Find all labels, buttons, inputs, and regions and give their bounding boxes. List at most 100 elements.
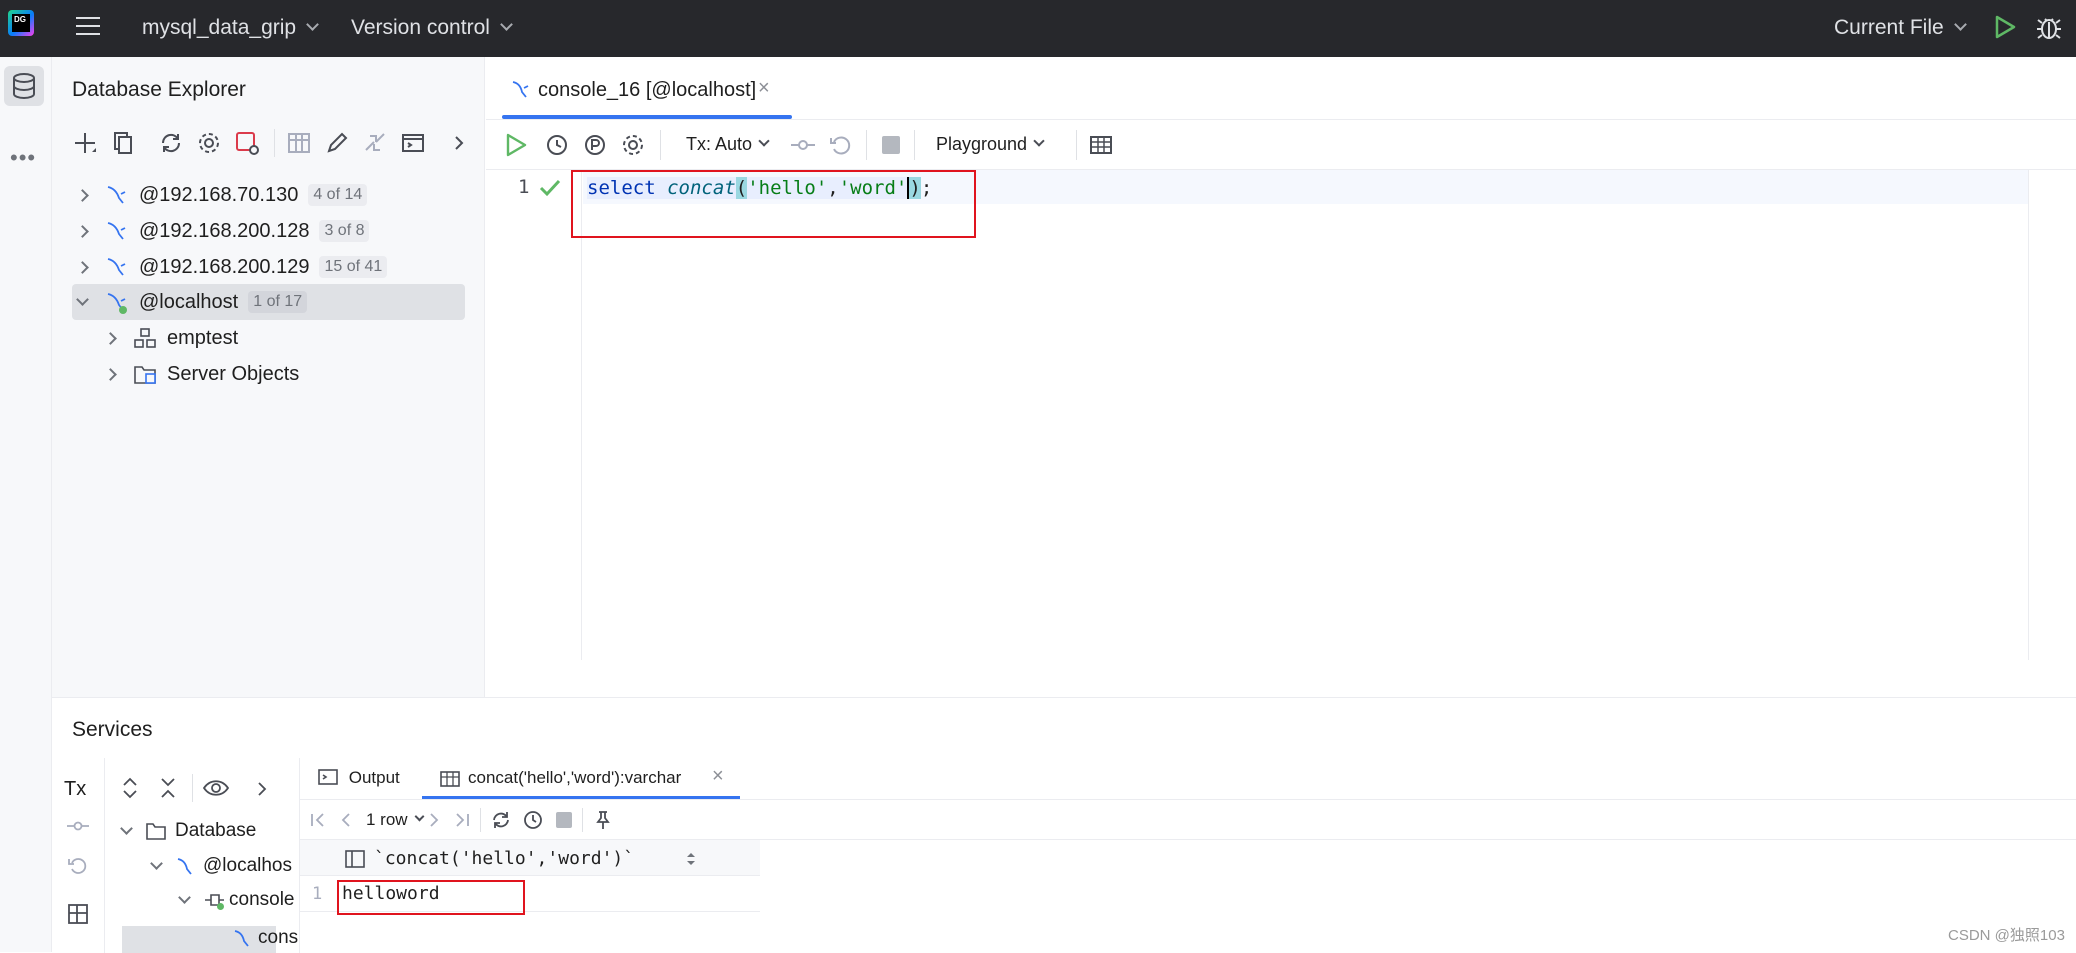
rollback-icon[interactable] bbox=[828, 132, 854, 158]
expand-all-icon[interactable] bbox=[118, 776, 142, 800]
expand-icon[interactable] bbox=[76, 260, 89, 274]
schema-icon bbox=[134, 328, 156, 348]
close-tab-icon[interactable]: × bbox=[712, 765, 724, 788]
column-layout-icon[interactable] bbox=[344, 849, 366, 869]
check-icon bbox=[539, 179, 561, 197]
expand-icon[interactable] bbox=[104, 367, 117, 381]
collapse-icon[interactable] bbox=[120, 821, 133, 835]
schema-count-badge: 3 of 8 bbox=[319, 220, 370, 242]
refresh-icon[interactable] bbox=[490, 809, 512, 831]
expand-icon[interactable] bbox=[76, 188, 89, 202]
run-config-selector[interactable]: Current File bbox=[1834, 16, 1967, 40]
tab-console-16[interactable]: console_16 [@localhost] × bbox=[502, 57, 792, 120]
tree-node-localhost[interactable]: @localhost 1 of 17 bbox=[76, 285, 308, 319]
commit-icon[interactable] bbox=[790, 132, 816, 158]
project-selector[interactable]: mysql_data_grip bbox=[142, 16, 319, 40]
disconnect-icon[interactable] bbox=[234, 130, 260, 156]
panel-title: Database Explorer bbox=[72, 78, 246, 101]
panel-title: Services bbox=[72, 718, 153, 741]
column-header[interactable]: `concat('hello','word')` bbox=[374, 848, 634, 869]
main-menu-icon[interactable] bbox=[76, 17, 100, 37]
results-tab-bar: Output concat('hello','word'):varchar × bbox=[300, 758, 2076, 800]
expand-icon[interactable] bbox=[104, 331, 117, 345]
rollback-icon[interactable] bbox=[66, 854, 90, 878]
schema-label: emptest bbox=[167, 326, 239, 349]
prev-page-icon[interactable] bbox=[336, 810, 356, 830]
services-tree-localhost[interactable]: @localhos bbox=[150, 849, 292, 883]
app-logo[interactable]: DG bbox=[8, 10, 34, 36]
commit-icon[interactable] bbox=[66, 816, 90, 836]
services-tree-console-result[interactable]: cons bbox=[232, 922, 298, 953]
table-view-icon[interactable] bbox=[1088, 132, 1114, 158]
compare-icon[interactable] bbox=[362, 130, 388, 156]
collapse-all-icon[interactable] bbox=[156, 776, 180, 800]
expand-icon[interactable] bbox=[76, 224, 89, 238]
refresh-icon[interactable] bbox=[158, 130, 184, 156]
debug-icon[interactable] bbox=[2036, 13, 2062, 41]
chevron-right-icon[interactable] bbox=[252, 778, 272, 800]
chevron-right-icon[interactable] bbox=[446, 130, 472, 156]
history-icon[interactable] bbox=[522, 809, 544, 831]
collapse-icon[interactable] bbox=[178, 890, 191, 904]
pin-icon[interactable] bbox=[592, 809, 614, 831]
layout-icon[interactable] bbox=[66, 902, 90, 926]
tree-node-schema[interactable]: emptest bbox=[104, 321, 239, 355]
project-name: mysql_data_grip bbox=[142, 16, 297, 39]
tx-label: Tx bbox=[64, 778, 87, 800]
code-editor[interactable]: select concat('hello','word'); bbox=[583, 170, 2028, 660]
stop-icon[interactable] bbox=[556, 812, 572, 828]
tab-output[interactable]: Output bbox=[318, 768, 400, 788]
duplicate-icon[interactable] bbox=[110, 130, 136, 156]
next-page-icon[interactable] bbox=[424, 810, 444, 830]
schema-count-badge: 1 of 17 bbox=[248, 291, 308, 313]
database-tool-button[interactable] bbox=[4, 66, 44, 106]
collapse-icon[interactable] bbox=[76, 292, 89, 306]
tree-node-connection[interactable]: @192.168.200.128 3 of 8 bbox=[76, 214, 370, 248]
vcs-label: Version control bbox=[351, 16, 490, 39]
chevron-down-icon bbox=[500, 18, 513, 31]
table-icon[interactable] bbox=[286, 130, 312, 156]
tree-label: console bbox=[229, 889, 295, 910]
execute-icon[interactable] bbox=[504, 132, 528, 158]
more-tools-icon[interactable]: ••• bbox=[10, 145, 36, 171]
run-icon[interactable] bbox=[1994, 15, 2016, 39]
eye-icon[interactable] bbox=[202, 776, 232, 802]
tx-mode-selector[interactable]: Tx: Auto bbox=[686, 134, 770, 155]
tree-node-server-objects[interactable]: Server Objects bbox=[104, 357, 300, 391]
first-page-icon[interactable] bbox=[308, 810, 328, 830]
page-size-selector[interactable]: 1 row bbox=[366, 810, 425, 830]
sort-icon[interactable] bbox=[684, 850, 698, 868]
console-session-icon bbox=[203, 890, 225, 910]
stop-icon[interactable] bbox=[882, 136, 900, 154]
close-tab-icon[interactable]: × bbox=[758, 77, 770, 100]
tab-label: Output bbox=[348, 768, 400, 787]
console-icon[interactable] bbox=[400, 130, 426, 156]
history-icon[interactable] bbox=[544, 132, 570, 158]
tree-node-connection[interactable]: @192.168.200.129 15 of 41 bbox=[76, 250, 388, 284]
editor-tab-bar: console_16 [@localhost] × bbox=[486, 57, 2076, 120]
watermark: CSDN @独照103 bbox=[1948, 927, 2065, 944]
console-output-icon bbox=[318, 769, 338, 785]
settings-icon[interactable] bbox=[620, 132, 646, 158]
vcs-selector[interactable]: Version control bbox=[351, 16, 513, 40]
add-icon[interactable] bbox=[72, 130, 98, 156]
explain-plan-icon[interactable] bbox=[582, 132, 608, 158]
settings-icon[interactable] bbox=[196, 130, 222, 156]
tx-button[interactable]: Tx bbox=[64, 778, 86, 801]
tree-label: cons bbox=[258, 926, 299, 948]
session-mode-selector[interactable]: Playground bbox=[936, 134, 1045, 155]
active-tab-indicator bbox=[422, 796, 740, 799]
tab-result[interactable]: concat('hello','word'):varchar × bbox=[422, 758, 740, 800]
tree-label: @localhos bbox=[203, 855, 292, 876]
collapse-icon[interactable] bbox=[150, 856, 163, 870]
connection-label: @192.168.200.128 bbox=[139, 219, 310, 242]
server-objects-label: Server Objects bbox=[167, 362, 300, 385]
results-area: Output concat('hello','word'):varchar × … bbox=[299, 758, 2076, 953]
tree-node-connection[interactable]: @192.168.70.130 4 of 14 bbox=[76, 178, 368, 212]
mysql-console-icon bbox=[512, 81, 529, 98]
edit-icon[interactable] bbox=[324, 130, 350, 156]
services-tree-database[interactable]: Database bbox=[120, 814, 256, 848]
row-number: 1 bbox=[312, 884, 323, 904]
services-tree-console[interactable]: console bbox=[178, 883, 295, 917]
last-page-icon[interactable] bbox=[452, 810, 472, 830]
